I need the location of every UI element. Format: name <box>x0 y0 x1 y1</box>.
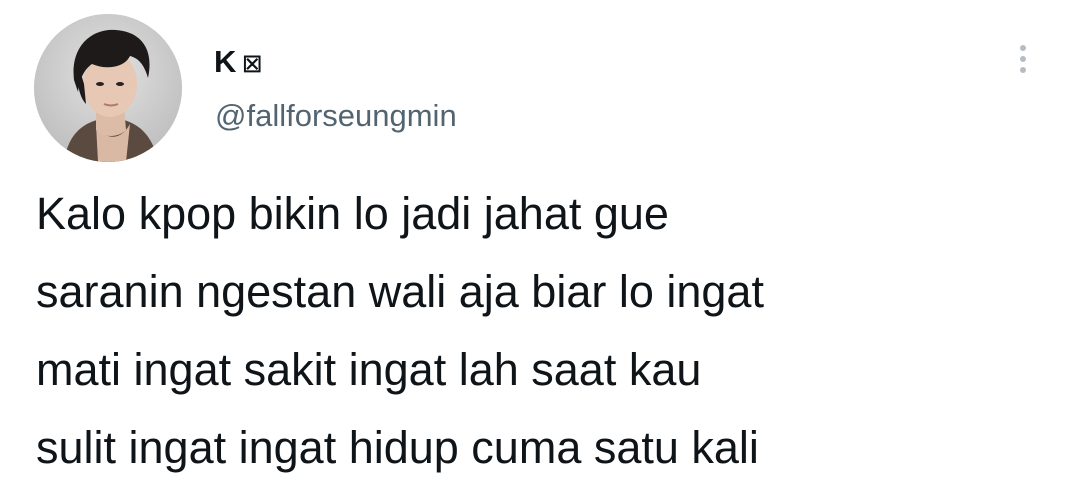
tweet-text: Kalo kpop bikin lo jadi jahat gue sarani… <box>36 175 1046 487</box>
tweet-text-line: mati ingat sakit ingat lah saat kau <box>36 344 702 395</box>
avatar[interactable] <box>34 14 182 162</box>
vertical-ellipsis-dot <box>1020 56 1026 62</box>
name-symbol-icon: ☒ <box>242 52 263 77</box>
author-name-row[interactable]: K ☒ <box>214 44 262 80</box>
vertical-ellipsis-icon <box>1020 45 1026 51</box>
author-handle[interactable]: @fallforseungmin <box>215 98 457 134</box>
tweet-text-line: sulit ingat ingat hidup cuma satu kali <box>36 422 759 473</box>
tweet-text-line: Kalo kpop bikin lo jadi jahat gue <box>36 188 669 239</box>
tweet-card: K ☒ @fallforseungmin Kalo kpop bikin lo … <box>0 0 1080 497</box>
display-name[interactable]: K <box>214 44 236 80</box>
more-options-button[interactable] <box>1008 38 1038 80</box>
profile-photo-icon <box>34 14 182 162</box>
vertical-ellipsis-dot <box>1020 67 1026 73</box>
tweet-text-line: saranin ngestan wali aja biar lo ingat <box>36 266 764 317</box>
